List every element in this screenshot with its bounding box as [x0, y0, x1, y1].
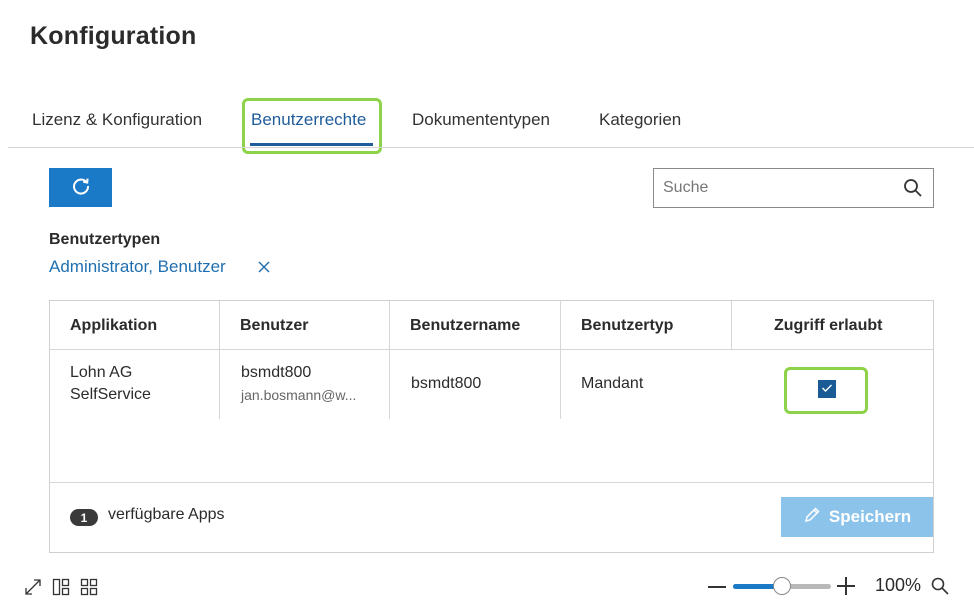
cell-applikation-line1: Lohn AG — [70, 364, 133, 381]
data-grid: Applikation Benutzer Benutzername Benutz… — [49, 300, 934, 553]
footer-divider — [50, 482, 933, 483]
grid-view-icon[interactable] — [80, 578, 98, 600]
zoom-in-button[interactable] — [837, 577, 855, 600]
cell-benutzertyp: Mandant — [581, 375, 644, 392]
column-header-zugriff-erlaubt[interactable]: Zugriff erlaubt — [732, 301, 933, 350]
cell-benutzer: bsmdt800 — [241, 364, 312, 381]
column-divider — [560, 301, 561, 419]
column-header-benutzertyp[interactable]: Benutzertyp — [561, 301, 732, 350]
zoom-slider[interactable] — [733, 577, 831, 595]
search-input[interactable] — [663, 177, 893, 199]
status-bar: 100% — [0, 570, 974, 600]
column-divider — [389, 301, 390, 419]
zoom-slider-handle[interactable] — [773, 577, 791, 595]
pencil-icon — [803, 506, 821, 529]
apps-count-badge: 1 — [70, 509, 98, 526]
search-box — [653, 168, 934, 208]
tab-divider — [8, 147, 974, 148]
apps-count-label: verfügbare Apps — [108, 506, 225, 523]
column-divider — [219, 301, 220, 419]
table-header: Applikation Benutzer Benutzername Benutz… — [50, 301, 933, 350]
refresh-button[interactable] — [49, 168, 112, 207]
zugriff-erlaubt-checkbox[interactable] — [818, 380, 836, 398]
column-header-benutzername[interactable]: Benutzername — [390, 301, 561, 350]
split-view-icon[interactable] — [52, 578, 70, 600]
filter-value[interactable]: Administrator, Benutzer — [49, 257, 226, 277]
filter-label: Benutzertypen — [49, 231, 161, 248]
page-title: Konfiguration — [30, 22, 197, 50]
tab-dokumententypen[interactable]: Dokumententypen — [412, 110, 550, 130]
tab-active-indicator — [250, 143, 373, 146]
column-header-applikation[interactable]: Applikation — [50, 301, 220, 350]
column-divider — [731, 301, 732, 350]
zoom-out-button[interactable] — [708, 586, 726, 588]
tab-lizenz-konfiguration[interactable]: Lizenz & Konfiguration — [32, 110, 202, 130]
cell-applikation-line2: SelfService — [70, 386, 151, 403]
tab-benutzerrechte[interactable]: Benutzerrechte — [251, 110, 366, 130]
zoom-search-icon[interactable] — [931, 577, 949, 600]
cell-benutzer-email: jan.bosmann@w... — [241, 387, 357, 403]
save-label: Speichern — [828, 507, 912, 526]
refresh-icon — [71, 176, 91, 199]
tab-bar: Lizenz & Konfiguration Benutzerrechte Do… — [0, 96, 974, 154]
checkmark-icon — [821, 380, 833, 398]
zoom-level-label: 100% — [875, 575, 922, 595]
save-button[interactable]: Speichern — [781, 497, 933, 537]
expand-icon[interactable] — [24, 578, 42, 600]
cell-benutzername: bsmdt800 — [411, 375, 482, 392]
tab-kategorien[interactable]: Kategorien — [599, 110, 681, 130]
clear-filter-icon[interactable] — [256, 259, 272, 280]
column-header-benutzer[interactable]: Benutzer — [220, 301, 390, 350]
search-icon[interactable] — [903, 178, 923, 203]
